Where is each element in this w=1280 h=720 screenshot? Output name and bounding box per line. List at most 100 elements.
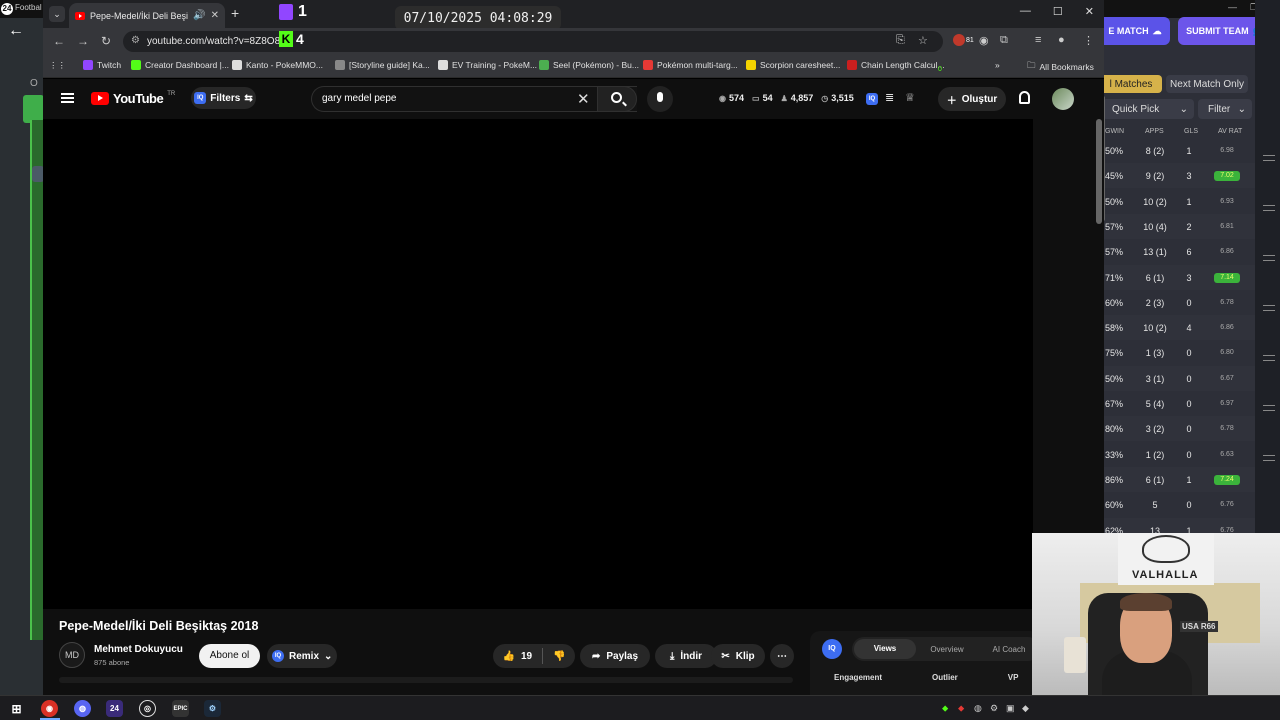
bookmark-item[interactable]: Kanto - PokeMMO...	[232, 60, 323, 70]
thumbs-up-icon[interactable]: 👍	[502, 651, 514, 662]
like-count[interactable]: 19	[521, 651, 532, 662]
table-row[interactable]: 67% 5 (4) 0 6.97	[1100, 391, 1280, 416]
steam-icon[interactable]: ⚙	[204, 700, 221, 717]
obs-icon[interactable]: ◎	[139, 700, 156, 717]
video-player[interactable]	[43, 119, 1033, 609]
clear-search-icon[interactable]: ✕	[577, 90, 590, 108]
maximize-icon[interactable]: ☐	[1053, 5, 1063, 18]
more-actions-button[interactable]: ⋯	[770, 644, 794, 668]
filters-button[interactable]: IQ Filters ⇆	[191, 87, 256, 109]
youtube-logo[interactable]: YouTube TR	[91, 91, 175, 106]
extension-icon[interactable]: ◉	[979, 34, 989, 47]
table-row[interactable]: 71% 6 (1) 3 7.14	[1100, 264, 1280, 290]
extensions-puzzle-icon[interactable]: ⧉	[1000, 34, 1008, 47]
channel-name[interactable]: Mehmet Dokuyucu	[94, 644, 183, 655]
menu-icon[interactable]	[1263, 455, 1275, 461]
menu-icon[interactable]	[1263, 355, 1275, 361]
table-row[interactable]: 57% 13 (1) 6 6.86	[1100, 239, 1280, 264]
col-header-gwin[interactable]: GWIN	[1105, 128, 1124, 135]
tray-icon[interactable]: ◆	[1022, 703, 1029, 714]
site-info-icon[interactable]: ⚙	[131, 35, 140, 46]
back-arrow-icon[interactable]: ←	[8, 22, 24, 40]
bookmark-item[interactable]: Pokémon multi-targ...	[643, 60, 738, 70]
table-row[interactable]: 60% 2 (3) 0 6.78	[1100, 290, 1280, 315]
share-button[interactable]: ➦ Paylaş	[580, 644, 650, 668]
minimize-icon[interactable]: —	[1228, 2, 1237, 12]
reload-icon[interactable]: ↻	[101, 34, 111, 48]
search-button[interactable]	[597, 86, 637, 112]
subscribe-button[interactable]: Abone ol	[199, 644, 260, 668]
new-tab-icon[interactable]: +	[231, 5, 239, 21]
install-app-icon[interactable]: ⎘	[896, 34, 905, 47]
vidiq-logo-icon[interactable]: IQ	[822, 639, 842, 659]
trophy-icon[interactable]: ♕	[905, 91, 915, 104]
chrome-icon[interactable]: ◉	[41, 700, 58, 717]
list-icon[interactable]: ≣	[885, 91, 894, 104]
bookmark-item[interactable]: [Storyline guide] Ka...	[335, 60, 430, 70]
col-header-apps[interactable]: APPS	[1145, 128, 1164, 135]
bookmark-item[interactable]: Creator Dashboard |...	[131, 60, 229, 70]
table-row[interactable]: 45% 9 (2) 3 7.02	[1100, 163, 1280, 189]
profile-icon[interactable]: ●	[1058, 34, 1065, 46]
table-row[interactable]: 75% 1 (3) 0 6.80	[1100, 340, 1280, 365]
bookmark-item[interactable]: EV Training - PokeM...	[438, 60, 537, 70]
menu-icon[interactable]	[1263, 205, 1275, 211]
apps-grid-icon[interactable]: ⋮⋮	[49, 60, 66, 71]
extension-adblock-icon[interactable]: 81	[953, 34, 974, 46]
bookmark-item[interactable]: Seel (Pokémon) - Bu...	[539, 60, 639, 70]
remix-button[interactable]: IQ Remix ⌄	[267, 644, 337, 668]
tray-icon[interactable]: ⬥	[942, 703, 948, 714]
back-icon[interactable]: ←	[53, 34, 65, 48]
windows-start-icon[interactable]: ⊞	[8, 700, 25, 717]
tab-overview[interactable]: Overview	[916, 645, 978, 654]
tab-next-match-only[interactable]: Next Match Only	[1166, 75, 1248, 93]
menu-kebab-icon[interactable]: ⋮	[1083, 34, 1094, 47]
close-tab-icon[interactable]: ✕	[211, 10, 219, 21]
vidiq-icon[interactable]: IQ	[866, 93, 878, 105]
bookmark-item[interactable]: Twitch	[83, 60, 121, 70]
filter-dropdown[interactable]: Filter ⌄	[1198, 99, 1252, 119]
thumbs-down-icon[interactable]: 👎	[553, 651, 565, 662]
voice-search-button[interactable]	[647, 86, 673, 112]
table-row[interactable]: 80% 3 (2) 0 6.78	[1100, 416, 1280, 442]
minimize-icon[interactable]: —	[1020, 5, 1031, 18]
channel-avatar[interactable]: MD	[59, 642, 85, 668]
bookmark-star-icon[interactable]: ☆	[918, 34, 928, 47]
tab-views[interactable]: Views	[854, 639, 916, 659]
forward-icon[interactable]: →	[77, 34, 89, 48]
table-row[interactable]: 57% 10 (4) 2 6.81	[1100, 213, 1280, 239]
table-row[interactable]: 50% 10 (2) 1 6.93	[1100, 189, 1280, 214]
notifications-bell-icon[interactable]	[1019, 91, 1030, 104]
close-icon[interactable]: ✕	[1085, 5, 1094, 18]
hamburger-menu-icon[interactable]	[61, 93, 74, 103]
steam-tray-icon[interactable]: ⚙	[990, 703, 998, 714]
download-button[interactable]: ⤓ İndir	[655, 644, 717, 668]
tab-search-icon[interactable]: ⌄	[49, 6, 65, 22]
menu-icon[interactable]	[1263, 155, 1275, 161]
media-control-icon[interactable]: ≡	[1035, 34, 1041, 46]
audio-icon[interactable]: 🔊	[193, 10, 205, 21]
discord-tray-icon[interactable]: ◍	[974, 703, 982, 714]
quick-pick-dropdown[interactable]: Quick Pick ⌄	[1102, 99, 1194, 119]
col-header-gls[interactable]: GLS	[1184, 128, 1198, 135]
fm24-icon[interactable]: 24	[106, 700, 123, 717]
table-row[interactable]: 58% 10 (2) 4 6.86	[1100, 315, 1280, 341]
tab-youtube[interactable]: Pepe-Medel/İki Deli Beşiktaş 2018 🔊 ✕	[69, 3, 225, 28]
tab-ai-coach[interactable]: AI Coach	[978, 645, 1040, 654]
table-row[interactable]: 50% 8 (2) 1 6.98	[1100, 138, 1280, 163]
tray-icon[interactable]: ⬥	[958, 703, 964, 714]
menu-icon[interactable]	[1263, 405, 1275, 411]
create-button[interactable]: ＋ Oluştur	[938, 87, 1006, 111]
epic-games-icon[interactable]: EPIC	[172, 700, 189, 717]
bookmark-item[interactable]: Chain Length Calcul...	[847, 60, 945, 70]
clip-button[interactable]: ✂ Klip	[711, 644, 765, 668]
table-row[interactable]: 33% 1 (2) 0 6.63	[1100, 442, 1280, 467]
menu-icon[interactable]	[1263, 255, 1275, 261]
discord-icon[interactable]: ◍	[74, 700, 91, 717]
tray-icon[interactable]: ▣	[1006, 703, 1015, 714]
match-button[interactable]: E MATCH ☁	[1100, 17, 1170, 45]
table-row[interactable]: 50% 3 (1) 0 6.67	[1100, 365, 1280, 391]
col-header-av-rat[interactable]: AV RAT	[1218, 128, 1242, 135]
account-avatar[interactable]	[1052, 88, 1074, 110]
more-bookmarks-icon[interactable]: »	[995, 60, 1000, 70]
